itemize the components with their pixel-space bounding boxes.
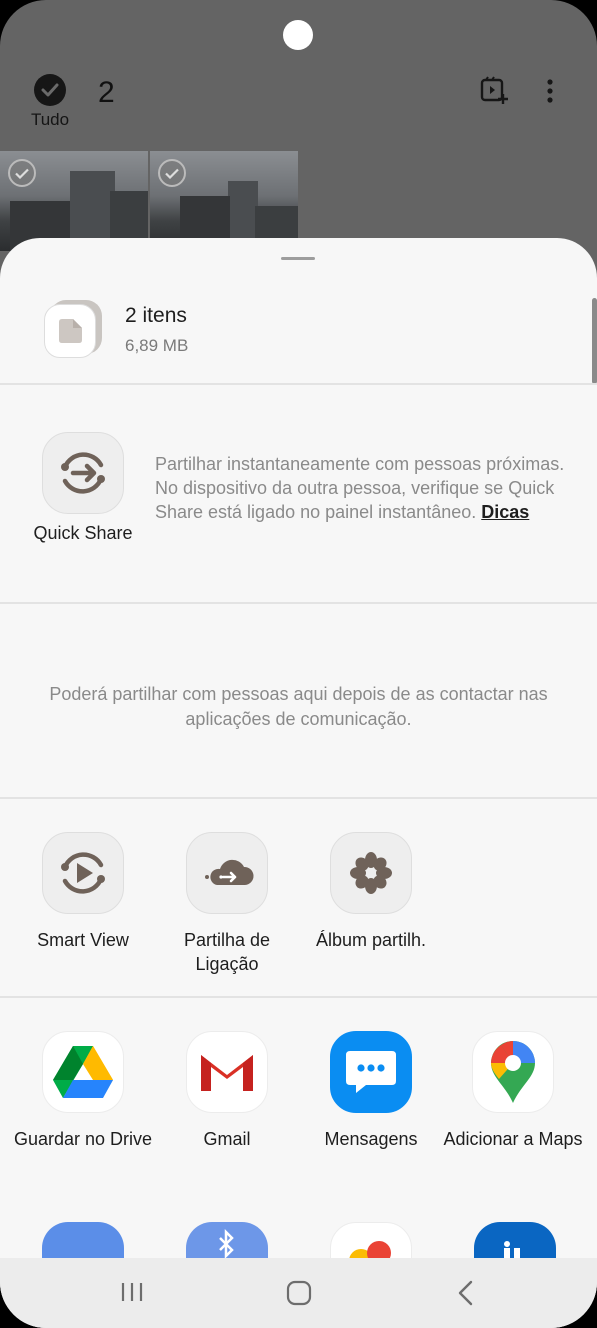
quick-share-label: Quick Share	[33, 523, 133, 543]
system-navigation-bar	[0, 1258, 597, 1328]
smart-view-label: Smart View	[37, 930, 129, 950]
divider	[0, 383, 597, 385]
people-empty-note: Poderá partilhar com pessoas aqui depois…	[49, 684, 548, 729]
checkmark-icon	[34, 74, 66, 106]
shared-album-flower-icon	[330, 832, 412, 914]
divider	[0, 602, 597, 604]
link-sharing-option[interactable]: Partilha de Ligação	[157, 832, 297, 976]
shared-album-option[interactable]: Álbum partilh.	[301, 832, 441, 952]
quick-share-description: Partilhar instantaneamente com pessoas p…	[155, 452, 575, 524]
share-sheet: 2 itens 6,89 MB Quick Share Partilhar in…	[0, 238, 597, 1328]
selected-count: 2	[98, 76, 115, 109]
select-all-toggle[interactable]: Tudo	[20, 74, 80, 130]
back-icon[interactable]	[456, 1280, 476, 1311]
google-drive-icon	[42, 1031, 124, 1113]
front-camera	[283, 20, 313, 50]
shared-files-summary: 2 itens 6,89 MB	[0, 278, 597, 384]
file-count-title: 2 itens	[125, 304, 187, 327]
messages-app[interactable]: Mensagens	[301, 1031, 441, 1151]
gallery-selection-toolbar: Tudo 2	[0, 60, 597, 150]
photo-thumbnail[interactable]	[150, 151, 298, 251]
more-options-icon[interactable]	[540, 76, 560, 111]
photo-thumbnail[interactable]	[0, 151, 148, 251]
selected-thumbnails	[0, 151, 300, 251]
gmail-icon	[186, 1031, 268, 1113]
messages-icon	[330, 1031, 412, 1113]
tips-link[interactable]: Dicas	[481, 502, 529, 522]
drag-handle[interactable]	[281, 257, 315, 260]
quick-share-button[interactable]	[42, 432, 124, 514]
quick-share-icon	[61, 452, 105, 494]
link-sharing-label: Partilha de Ligação	[183, 930, 271, 974]
home-icon[interactable]	[286, 1280, 312, 1311]
gmail-app[interactable]: Gmail	[157, 1031, 297, 1151]
check-circle-icon	[158, 159, 186, 187]
file-size: 6,89 MB	[125, 336, 189, 355]
google-maps-app[interactable]: Adicionar a Maps	[443, 1031, 583, 1151]
create-movie-icon[interactable]	[479, 76, 509, 111]
messages-label: Mensagens	[324, 1129, 418, 1149]
smart-view-option[interactable]: Smart View	[13, 832, 153, 952]
file-stack-icon	[44, 300, 102, 358]
google-drive-label: Guardar no Drive	[13, 1129, 153, 1149]
google-maps-icon	[472, 1031, 554, 1113]
phone-screen: Tudo 2 2 itens 6,89 MB Quick Share Parti…	[0, 0, 597, 1328]
smart-view-icon	[42, 832, 124, 914]
link-sharing-cloud-icon	[186, 832, 268, 914]
divider	[0, 996, 597, 998]
select-all-label: Tudo	[30, 110, 70, 129]
divider	[0, 797, 597, 799]
check-circle-icon	[8, 159, 36, 187]
shared-album-label: Álbum partilh.	[315, 930, 427, 950]
google-drive-app[interactable]: Guardar no Drive	[13, 1031, 153, 1151]
google-maps-label: Adicionar a Maps	[443, 1129, 583, 1149]
recent-apps-icon[interactable]	[120, 1280, 144, 1309]
gmail-label: Gmail	[203, 1129, 251, 1149]
